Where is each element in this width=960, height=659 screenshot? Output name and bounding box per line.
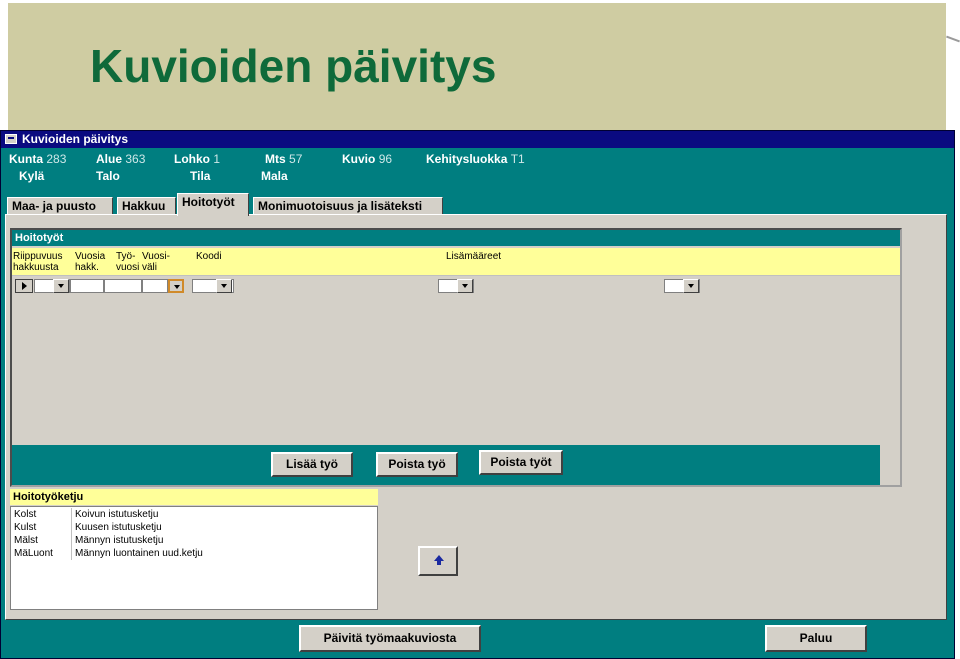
chain-listbox[interactable]: Kolst Koivun istutusketju Kulst Kuusen i… [10,506,378,610]
window-titlebar: Kuvioiden päivitys [1,131,954,148]
chain-code: MäLuont [14,548,53,559]
hoitotyot-subform: Hoitotyöt Riippuvuus hakkuusta Vuosia ha… [10,228,902,487]
info-label: Kunta [9,152,43,166]
move-up-button[interactable] [418,546,458,576]
tab-panel: Hoitotyöt Riippuvuus hakkuusta Vuosia ha… [5,214,947,620]
info-value: 283 [46,152,67,166]
info-talo: Talo [96,169,120,183]
list-item[interactable]: Kolst Koivun istutusketju [11,508,377,521]
record-area [12,277,900,445]
form-window: Kuvioiden päivitys Kunta 283 Alue 363 Lo… [0,130,955,659]
info-mala: Mala [261,169,288,183]
info-label: Kuvio [342,152,376,166]
col-vuosivali: Vuosi- väli [142,251,170,273]
col-riippuvuus: Riippuvuus hakkuusta [13,251,63,273]
info-mts: Mts 57 [265,152,302,166]
info-kehitysluokka: Kehitysluokka T1 [426,152,525,166]
info-label: Mts [265,152,286,166]
info-tila: Tila [190,169,211,183]
vuosia-hakk-field[interactable] [70,279,104,293]
vuosivali-field[interactable] [142,279,168,293]
col-koodi: Koodi [196,251,222,262]
tyovuosi-field[interactable] [104,279,142,293]
list-item[interactable]: MäLuont Männyn luontainen uud.ketju [11,547,377,560]
update-from-worksite-button[interactable]: Päivitä työmaakuviosta [299,625,481,652]
info-kuvio: Kuvio 96 [342,152,392,166]
info-alue: Alue 363 [96,152,145,166]
chain-code: Kolst [14,509,37,520]
chain-code: Kulst [14,522,37,533]
info-value: 363 [125,152,146,166]
info-value: 96 [378,152,393,166]
tab-strip: Maa- ja puusto Hakkuu Hoitotyöt Monimuot… [5,193,947,216]
form-icon [5,134,17,144]
chain-name: Koivun istutusketju [71,508,158,521]
tab-monimuotoisuus[interactable]: Monimuotoisuus ja lisäteksti [253,197,443,215]
tab-hakkuu[interactable]: Hakkuu [117,197,176,215]
subform-title: Hoitotyöt [12,230,900,246]
vuosivali-dropdown-icon[interactable] [168,279,184,293]
decorative-line [946,35,960,43]
tab-hoitotyot[interactable]: Hoitotyöt [177,193,249,216]
col-lisamaareet: Lisämääreet [446,251,502,262]
info-lohko: Lohko 1 [174,152,220,166]
subform-button-bar: Lisää työ Poista työ Poista työt [12,445,880,485]
remove-all-works-button[interactable]: Poista työt [479,450,563,475]
info-value: T1 [510,152,525,166]
tab-maa-ja-puusto[interactable]: Maa- ja puusto [7,197,113,215]
col-tyovuosi: Työ- vuosi [116,251,140,273]
info-kunta: Kunta 283 [9,152,66,166]
chain-label: Hoitotyöketju [10,489,378,505]
info-label: Lohko [174,152,210,166]
slide-title: Kuvioiden päivitys [90,40,497,92]
remove-work-button[interactable]: Poista työ [376,452,458,477]
add-work-button[interactable]: Lisää työ [271,452,353,477]
info-kyla: Kylä [19,169,45,183]
chain-name: Kuusen istutusketju [71,521,162,534]
info-value: 57 [289,152,303,166]
chain-code: Mälst [14,535,38,546]
col-vuosia-hakk: Vuosia hakk. [75,251,106,273]
info-value: 1 [213,152,221,166]
lisamaare-2-dropdown-icon[interactable] [683,279,699,293]
list-item[interactable]: Mälst Männyn istutusketju [11,534,377,547]
chain-name: Männyn luontainen uud.ketju [71,547,203,560]
window-title: Kuvioiden päivitys [22,132,129,146]
info-label: Kehitysluokka [426,152,508,166]
record-selector-arrow-icon[interactable] [15,279,33,293]
column-headers: Riippuvuus hakkuusta Vuosia hakk. Työ- v… [12,248,900,276]
koodi-dropdown-icon[interactable] [216,279,232,293]
return-button[interactable]: Paluu [765,625,867,652]
lisamaare-1-dropdown-icon[interactable] [457,279,473,293]
riippuvuus-dropdown-icon[interactable] [53,279,69,293]
list-item[interactable]: Kulst Kuusen istutusketju [11,521,377,534]
chain-name: Männyn istutusketju [71,534,163,547]
info-label: Alue [96,152,123,166]
